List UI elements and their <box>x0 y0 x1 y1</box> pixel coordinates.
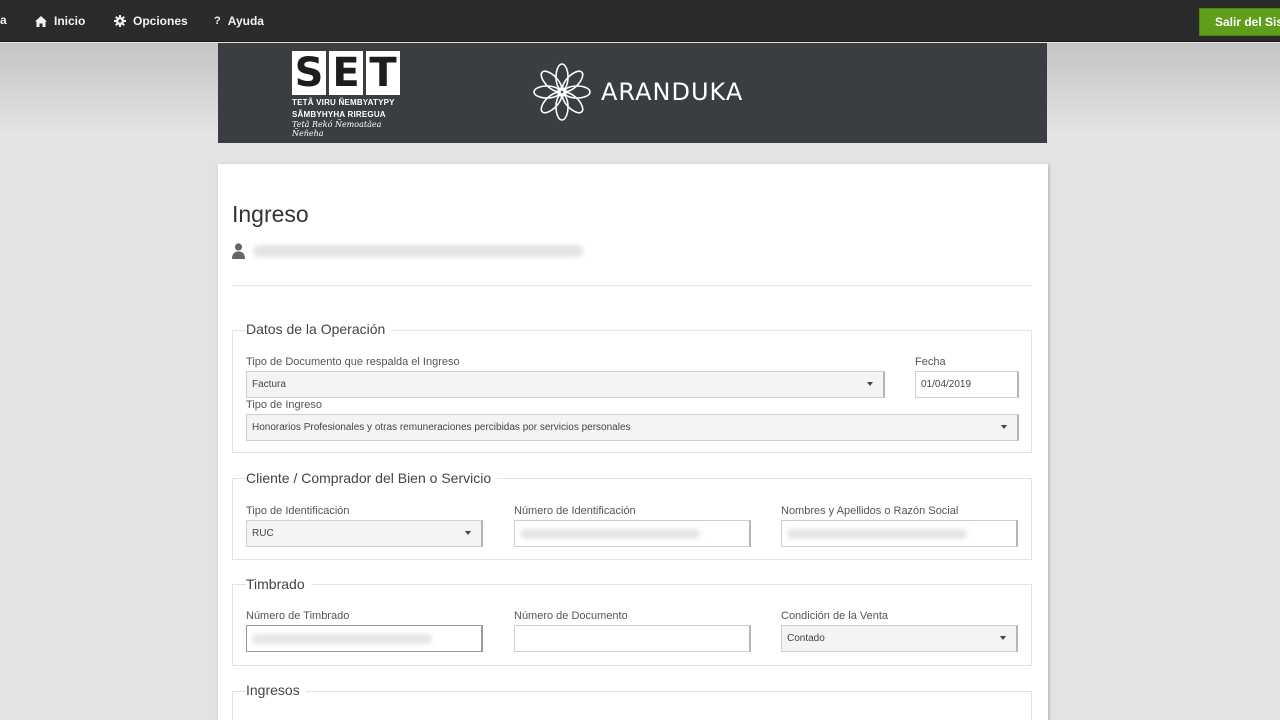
set-letter-t: T <box>366 51 400 95</box>
gear-icon <box>114 15 126 27</box>
tipo-documento-select[interactable]: Factura <box>246 371 885 398</box>
home-icon <box>35 15 47 27</box>
tipo-ingreso-value: Honorarios Profesionales y otras remuner… <box>252 422 631 433</box>
nombre-razon-social-label: Nombres y Apellidos o Razón Social <box>781 505 959 517</box>
chevron-down-icon <box>1000 636 1006 640</box>
nav-opciones-label: Opciones <box>133 14 188 28</box>
nav-opciones[interactable]: Opciones <box>114 12 188 30</box>
section-timbrado-legend: Timbrado <box>246 576 311 592</box>
set-subtitle-1: TETÃ VIRU ÑEMBYATYPY <box>292 98 395 107</box>
top-navbar: a Inicio Opciones ? Ayuda Salir del Sis <box>0 0 1280 42</box>
section-cliente-legend: Cliente / Comprador del Bien o Servicio <box>246 470 498 486</box>
exit-button[interactable]: Salir del Sis <box>1199 8 1280 36</box>
user-row <box>232 243 583 259</box>
tipo-ingreso-select[interactable]: Honorarios Profesionales y otras remuner… <box>246 414 1019 441</box>
page-title: Ingreso <box>232 201 309 227</box>
tipo-identificacion-select[interactable]: RUC <box>246 520 483 547</box>
fecha-value: 01/04/2019 <box>921 379 972 390</box>
nombre-razon-social-input[interactable] <box>781 520 1018 547</box>
chevron-down-icon <box>867 382 873 386</box>
nav-ayuda[interactable]: ? Ayuda <box>214 12 264 30</box>
condicion-venta-value: Contado <box>787 633 825 644</box>
fecha-input[interactable]: 01/04/2019 <box>915 371 1019 398</box>
tipo-documento-value: Factura <box>252 379 286 390</box>
set-logo: S E T TETÃ VIRU ÑEMBYATYPY SÃMBYHYHA RIR… <box>292 51 404 138</box>
set-letter-s: S <box>292 51 326 95</box>
flower-logo-icon <box>533 63 591 121</box>
nav-ayuda-label: Ayuda <box>227 14 264 28</box>
aranduka-name: ARANDUKA <box>601 78 744 106</box>
set-letter-e: E <box>329 51 363 95</box>
divider <box>232 285 1032 286</box>
site-header: S E T TETÃ VIRU ÑEMBYATYPY SÃMBYHYHA RIR… <box>218 43 1047 143</box>
set-letters: S E T <box>292 51 404 95</box>
aranduka-logo: ARANDUKA <box>531 61 743 123</box>
numero-identificacion-redacted <box>520 528 700 539</box>
set-script: Tetã Rekó Ñemoatãea Ñeñeha <box>292 120 382 138</box>
tipo-identificacion-value: RUC <box>252 528 274 539</box>
numero-documento-label: Número de Documento <box>514 610 628 622</box>
question-icon: ? <box>214 15 221 27</box>
section-cliente <box>232 478 1032 560</box>
condicion-venta-label: Condición de la Venta <box>781 610 889 622</box>
nav-inicio[interactable]: Inicio <box>35 12 85 30</box>
menu-edge-icon[interactable]: a <box>0 13 7 27</box>
section-ingresos <box>232 691 1032 720</box>
numero-identificacion-input[interactable] <box>514 520 751 547</box>
numero-timbrado-redacted <box>252 633 432 644</box>
section-ingresos-legend: Ingresos <box>246 682 306 698</box>
tipo-ingreso-label: Tipo de Ingreso <box>246 399 323 411</box>
tipo-identificacion-label: Tipo de Identificación <box>246 505 350 517</box>
condicion-venta-select[interactable]: Contado <box>781 625 1018 652</box>
numero-documento-input[interactable] <box>514 625 751 652</box>
chevron-down-icon <box>1001 425 1007 429</box>
numero-timbrado-input[interactable] <box>246 625 483 652</box>
section-operacion-legend: Datos de la Operación <box>246 321 392 337</box>
chevron-down-icon <box>465 531 471 535</box>
set-subtitle-2: SÃMBYHYHA RIREGUA <box>292 110 386 119</box>
numero-timbrado-label: Número de Timbrado <box>246 610 350 622</box>
fecha-label: Fecha <box>915 356 946 368</box>
nav-inicio-label: Inicio <box>54 14 86 28</box>
nombre-razon-social-redacted <box>787 528 967 539</box>
user-name-redacted <box>253 245 583 257</box>
user-icon <box>232 243 245 259</box>
ingreso-form-card: Ingreso Datos de la Operación Tipo de Do… <box>218 164 1048 720</box>
numero-identificacion-label: Número de Identificación <box>514 505 636 517</box>
tipo-documento-label: Tipo de Documento que respalda el Ingres… <box>246 356 460 368</box>
